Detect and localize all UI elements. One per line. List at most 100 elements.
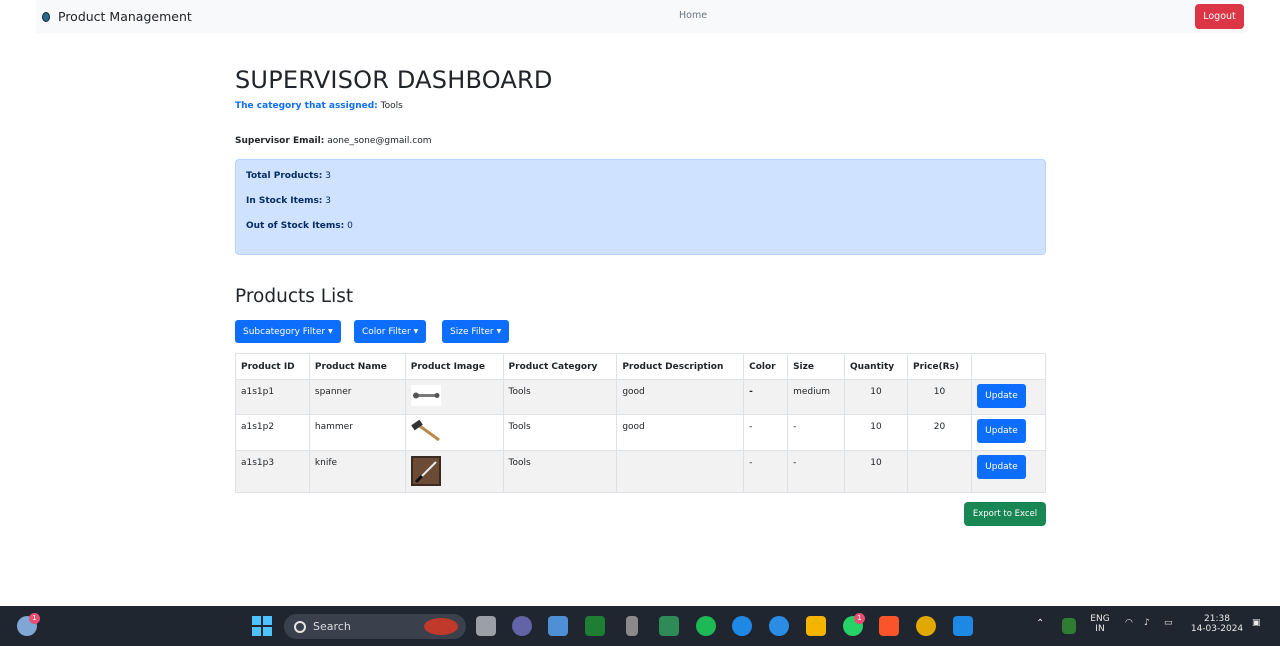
product-color: - <box>743 450 789 493</box>
product-size: - <box>787 414 846 451</box>
start-icon[interactable] <box>252 616 272 636</box>
table-header-row: Product ID Product Name Product Image Pr… <box>235 353 1047 380</box>
column-header: Price(Rs) <box>907 353 972 380</box>
brand-name: Product Management <box>58 9 192 24</box>
product-category: Tools <box>502 414 618 451</box>
column-header: Quantity <box>844 353 908 380</box>
table-row: a1s1p3 knife Tools - - 10 Update <box>235 450 1047 493</box>
stat-label: Total Products: <box>246 171 323 181</box>
volume-icon[interactable]: ♪ <box>1144 618 1150 628</box>
column-header: Size <box>787 353 846 380</box>
category-label: The category that assigned: <box>235 101 378 111</box>
filter-label: Color Filter <box>362 326 411 337</box>
stat-in-stock: In Stock Items: 3 <box>246 196 331 206</box>
product-color: - <box>743 414 789 451</box>
product-quantity: 10 <box>844 414 908 451</box>
security-icon[interactable] <box>1062 618 1076 634</box>
whatsapp-badge: 1 <box>854 613 865 624</box>
brand[interactable]: Product Management <box>42 9 192 24</box>
stocks-icon[interactable] <box>585 616 605 636</box>
hammer-image <box>410 420 441 441</box>
weather-badge: 1 <box>29 613 40 624</box>
column-header: Product Category <box>502 353 618 380</box>
nav-home-link[interactable]: Home <box>679 10 707 21</box>
update-button[interactable]: Update <box>976 384 1026 408</box>
column-header: Color <box>743 353 789 380</box>
product-id: a1s1p2 <box>235 414 310 451</box>
product-image-cell <box>404 414 504 451</box>
product-color: - <box>743 379 789 415</box>
supervisor-email: Supervisor Email: aone_sone@gmail.com <box>235 136 431 146</box>
product-category: Tools <box>502 450 618 493</box>
stat-label: In Stock Items: <box>246 196 323 206</box>
task-view-icon[interactable] <box>476 616 496 636</box>
stat-out-of-stock: Out of Stock Items: 0 <box>246 221 353 231</box>
products-list-title: Products List <box>235 286 354 307</box>
column-header: Product ID <box>235 353 310 380</box>
product-id: a1s1p3 <box>235 450 310 493</box>
product-price <box>907 450 972 493</box>
product-description: good <box>616 414 745 451</box>
lang-top: ENG <box>1090 614 1110 624</box>
vscode-icon[interactable] <box>953 616 973 636</box>
battery-icon[interactable]: ▭ <box>1164 618 1173 628</box>
update-button[interactable]: Update <box>976 455 1026 479</box>
product-price: 20 <box>907 414 972 451</box>
product-size: medium <box>787 379 846 415</box>
assigned-category: The category that assigned: Tools <box>235 101 403 111</box>
product-image-cell <box>404 379 504 415</box>
wifi-icon[interactable]: ◠ <box>1125 618 1133 628</box>
column-header: Product Description <box>616 353 745 380</box>
stat-label: Out of Stock Items: <box>246 221 345 231</box>
table-row: a1s1p1 spanner Tools good - medium 10 10 <box>235 379 1047 415</box>
color-filter-button[interactable]: Color Filter ▼ <box>354 320 427 343</box>
language-indicator[interactable]: ENG IN <box>1088 614 1112 634</box>
column-header: Product Name <box>308 353 406 380</box>
category-value: Tools <box>380 101 403 111</box>
stats-panel: Total Products: 3 In Stock Items: 3 Out … <box>235 159 1046 255</box>
product-name: spanner <box>308 379 406 415</box>
email-value: aone_sone@gmail.com <box>327 136 432 146</box>
product-quantity: 10 <box>844 379 908 415</box>
chrome-icon[interactable] <box>916 616 936 636</box>
spanner-image <box>410 385 441 406</box>
date: 14-03-2024 <box>1190 624 1244 634</box>
page-title: SUPERVISOR DASHBOARD <box>235 66 553 94</box>
spotify-icon[interactable] <box>696 616 716 636</box>
file-explorer-icon[interactable] <box>806 616 826 636</box>
product-name: knife <box>308 450 406 493</box>
photos-icon[interactable] <box>548 616 568 636</box>
size-filter-button[interactable]: Size Filter ▼ <box>442 320 510 343</box>
taskbar-search[interactable]: Search <box>284 614 466 639</box>
update-button[interactable]: Update <box>976 419 1026 443</box>
action-cell: Update <box>970 450 1047 493</box>
stat-value: 3 <box>325 196 332 206</box>
microphone-icon[interactable] <box>626 616 638 636</box>
lang-bottom: IN <box>1095 624 1105 634</box>
stat-value: 3 <box>325 171 331 181</box>
export-to-excel-button[interactable]: Export to Excel <box>964 502 1046 526</box>
product-price: 10 <box>907 379 972 415</box>
chevron-up-icon[interactable]: ⌃ <box>1036 618 1044 629</box>
caret-down-icon: ▼ <box>328 328 333 335</box>
caret-down-icon: ▼ <box>413 328 419 335</box>
product-quantity: 10 <box>844 450 908 493</box>
edge-icon[interactable] <box>732 616 752 636</box>
product-description <box>616 450 745 493</box>
product-image-cell <box>404 450 504 493</box>
brave-icon[interactable] <box>879 616 899 636</box>
product-size: - <box>787 450 846 493</box>
clock[interactable]: 21:38 14-03-2024 <box>1188 614 1246 634</box>
filter-label: Size Filter <box>450 326 494 337</box>
table-row: a1s1p2 hammer Tools good - - 10 20 Updat… <box>235 414 1047 451</box>
subcategory-filter-button[interactable]: Subcategory Filter ▼ <box>235 320 341 343</box>
product-name: hammer <box>308 414 406 451</box>
firefox-icon[interactable] <box>769 616 789 636</box>
teams-icon[interactable] <box>512 616 532 636</box>
time: 21:38 <box>1204 614 1230 624</box>
chat-icon[interactable] <box>659 616 679 636</box>
notifications-icon[interactable]: ▣ <box>1252 618 1261 628</box>
taskbar: 1 Search 1 ⌃ ENG IN ◠ ♪ ▭ 21:38 14-03-20… <box>0 606 1280 646</box>
logout-button[interactable]: Logout <box>1195 4 1244 29</box>
email-label: Supervisor Email: <box>235 136 325 146</box>
